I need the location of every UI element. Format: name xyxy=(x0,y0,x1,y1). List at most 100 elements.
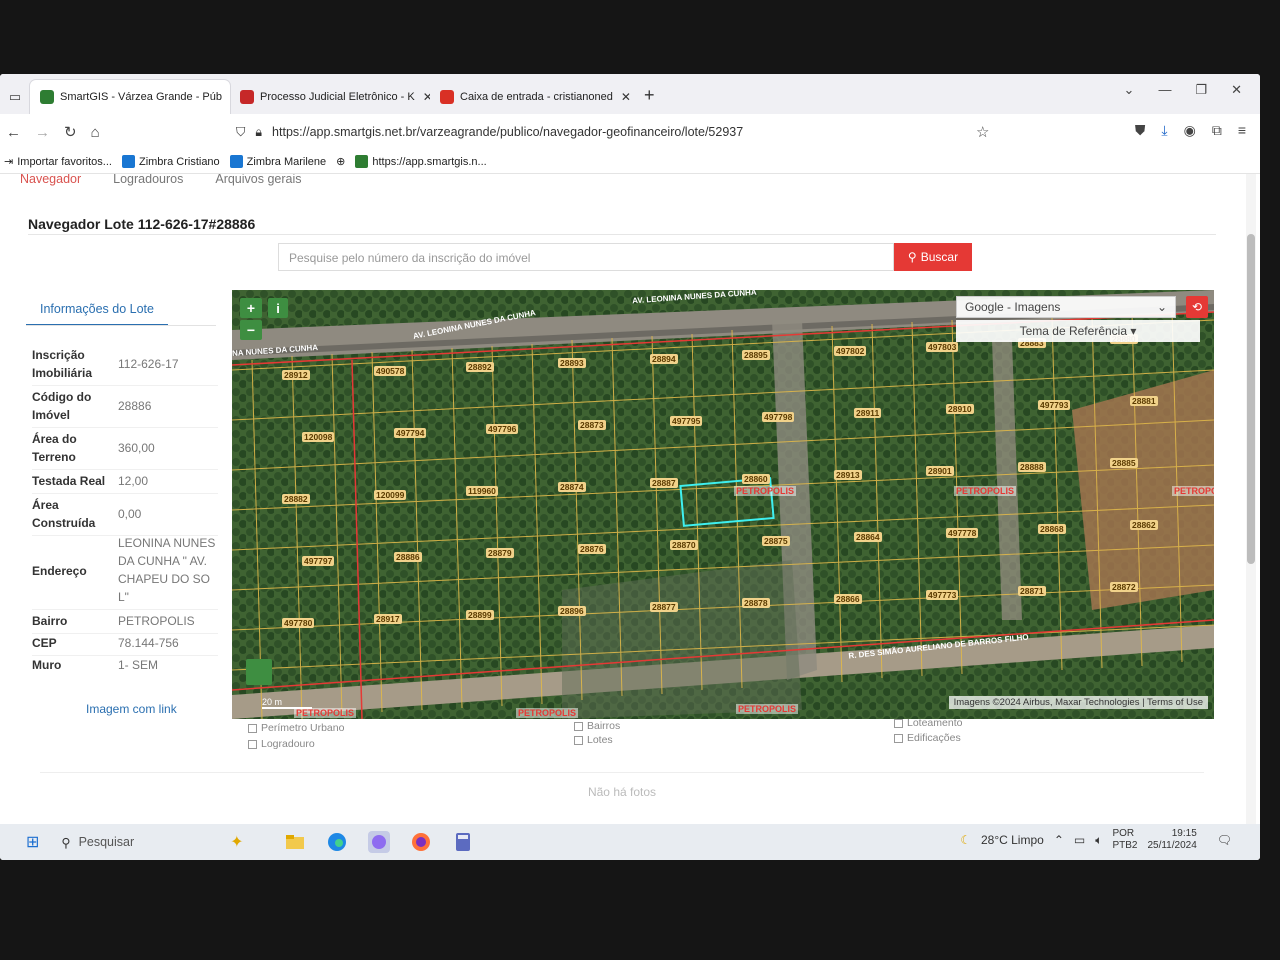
maximize-icon[interactable]: ❐ xyxy=(1195,82,1207,98)
lot-label[interactable]: 28899 xyxy=(466,610,494,620)
lot-label[interactable]: 120098 xyxy=(302,432,335,442)
tab-navegador[interactable]: Navegador xyxy=(20,174,81,186)
zoom-in-button[interactable]: + xyxy=(240,298,262,318)
bookmark-globe[interactable]: ⊕ xyxy=(336,155,345,168)
lot-label[interactable]: 28870 xyxy=(670,540,698,550)
lot-label[interactable]: 497802 xyxy=(834,346,867,356)
new-tab-button[interactable]: + xyxy=(630,85,669,114)
tab-list-icon[interactable]: ▭ xyxy=(0,80,30,114)
bookmark-import[interactable]: ⇥ Importar favoritos... xyxy=(4,155,112,169)
theme-select[interactable]: Tema de Referência ▾ xyxy=(956,320,1200,342)
calculator-icon[interactable] xyxy=(452,831,474,853)
lot-label[interactable]: 497803 xyxy=(926,342,959,352)
search-input[interactable]: Pesquise pelo número da inscrição do imó… xyxy=(278,243,894,271)
basemap-select[interactable]: Google - Imagens ⌄ xyxy=(956,296,1176,318)
lot-label[interactable]: 497773 xyxy=(926,590,959,600)
reset-icon[interactable]: ⟲ xyxy=(1186,296,1208,318)
map-view[interactable]: AV. LEONINA NUNES DA CUNHA AV. LEONINA N… xyxy=(232,290,1214,719)
page-scrollbar[interactable] xyxy=(1246,174,1256,824)
bookmark-zimbra-cristiano[interactable]: Zimbra Cristiano xyxy=(121,155,220,168)
bookmark-smartgis[interactable]: https://app.smartgis.n... xyxy=(355,155,487,168)
lot-label[interactable]: 28910 xyxy=(946,404,974,414)
tab-logradouros[interactable]: Logradouros xyxy=(113,174,183,186)
weather-text[interactable]: 28°C Limpo xyxy=(981,833,1044,847)
file-explorer-icon[interactable] xyxy=(284,831,306,853)
taskbar-search[interactable]: Pesquisar xyxy=(79,835,135,849)
lot-label[interactable]: 28873 xyxy=(578,420,606,430)
tab-pje[interactable]: Processo Judicial Eletrônico - K ✕ xyxy=(230,80,430,114)
firefox-icon[interactable] xyxy=(410,831,432,853)
lot-label[interactable]: 28866 xyxy=(834,594,862,604)
forward-icon[interactable]: → xyxy=(35,124,50,141)
image-link[interactable]: Imagem com link xyxy=(86,702,177,716)
lot-label[interactable]: 490578 xyxy=(374,366,407,376)
layer-loteamento[interactable]: Loteamento xyxy=(894,717,962,729)
lot-label[interactable]: 28877 xyxy=(650,602,678,612)
lot-label[interactable]: 28879 xyxy=(486,548,514,558)
url-text[interactable]: https://app.smartgis.net.br/varzeagrande… xyxy=(272,125,743,139)
layer-perimetro[interactable]: Perímetro Urbano xyxy=(248,722,344,734)
layer-logradouro[interactable]: Logradouro xyxy=(248,738,315,750)
lot-label[interactable]: 28860 xyxy=(742,474,770,484)
checkbox[interactable] xyxy=(894,733,903,743)
windows-start-icon[interactable]: ⊞ xyxy=(26,832,39,852)
lot-label[interactable]: 497798 xyxy=(762,412,795,422)
lot-label[interactable]: 28868 xyxy=(1038,524,1066,534)
lot-label[interactable]: 28886 xyxy=(394,552,422,562)
bookmark-star-icon[interactable]: ☆ xyxy=(976,123,989,141)
layer-lotes[interactable]: Lotes xyxy=(574,734,613,746)
clock[interactable]: 19:15 25/11/2024 xyxy=(1147,828,1196,852)
lot-label[interactable]: 28885 xyxy=(1110,458,1138,468)
layers-icon[interactable] xyxy=(246,659,272,685)
shield-icon[interactable]: ⛉ xyxy=(236,125,245,140)
close-tab-icon[interactable]: ✕ xyxy=(423,90,430,104)
copilot-sparkle-icon[interactable]: ✦ xyxy=(230,832,243,852)
lot-label[interactable]: 28872 xyxy=(1110,582,1138,592)
lot-label[interactable]: 497794 xyxy=(394,428,427,438)
lot-label[interactable]: 28892 xyxy=(466,362,494,372)
lot-label[interactable]: 119960 xyxy=(466,486,498,496)
pocket-icon[interactable]: ⛊ xyxy=(1135,122,1146,139)
checkbox[interactable] xyxy=(248,723,257,733)
lot-label[interactable]: 497797 xyxy=(302,556,335,566)
lot-label[interactable]: 28862 xyxy=(1130,520,1158,530)
lot-label[interactable]: 28911 xyxy=(854,408,882,418)
edge-icon[interactable] xyxy=(326,831,348,853)
home-icon[interactable]: ⌂ xyxy=(91,124,100,141)
lot-label[interactable]: 28882 xyxy=(282,494,310,504)
tab-smartgis[interactable]: SmartGIS - Várzea Grande - Púb ✕ xyxy=(30,80,230,114)
tab-arquivos-gerais[interactable]: Arquivos gerais xyxy=(215,174,301,186)
close-tab-icon[interactable]: ✕ xyxy=(621,90,630,104)
lot-label[interactable]: 28864 xyxy=(854,532,882,542)
zoom-out-button[interactable]: − xyxy=(240,320,262,340)
tab-informacoes-lote[interactable]: Informações do Lote xyxy=(26,298,168,326)
checkbox[interactable] xyxy=(248,739,257,749)
address-bar[interactable]: ⛉ 🔒︎ https://app.smartgis.net.br/varzeag… xyxy=(236,118,976,146)
lot-label[interactable]: 28875 xyxy=(762,536,790,546)
checkbox[interactable] xyxy=(894,718,903,728)
extensions-icon[interactable]: ⧉ xyxy=(1212,122,1222,139)
lot-label[interactable]: 28874 xyxy=(558,482,586,492)
search-button[interactable]: ⚲ Buscar xyxy=(894,243,972,271)
lot-label[interactable]: 28893 xyxy=(558,358,586,368)
lot-label[interactable]: 497795 xyxy=(670,416,703,426)
lot-label[interactable]: 28894 xyxy=(650,354,678,364)
reload-icon[interactable]: ↻ xyxy=(64,123,77,141)
lot-label[interactable]: 497793 xyxy=(1038,400,1071,410)
scrollbar-thumb[interactable] xyxy=(1247,234,1255,564)
lot-label[interactable]: 497796 xyxy=(486,424,519,434)
layer-edificacoes[interactable]: Edificações xyxy=(894,732,961,744)
lot-label[interactable]: 28912 xyxy=(282,370,310,380)
tab-gmail[interactable]: Caixa de entrada - cristianoned ✕ xyxy=(430,80,630,114)
network-icon[interactable]: ▭ xyxy=(1074,833,1085,847)
lot-label[interactable]: 120099 xyxy=(374,490,407,500)
search-icon[interactable]: ⚲ xyxy=(61,835,70,850)
chevron-up-icon[interactable]: ⌃ xyxy=(1054,833,1064,847)
notifications-icon[interactable]: 🗨︎ xyxy=(1217,833,1232,847)
close-window-icon[interactable]: ✕ xyxy=(1231,82,1242,98)
bookmark-zimbra-marilene[interactable]: Zimbra Marilene xyxy=(229,155,326,168)
input-language[interactable]: POR PTB2 xyxy=(1112,828,1137,852)
photos-icon[interactable] xyxy=(367,831,390,853)
lot-label[interactable]: 497780 xyxy=(282,618,315,628)
minimize-icon[interactable]: — xyxy=(1158,82,1171,98)
